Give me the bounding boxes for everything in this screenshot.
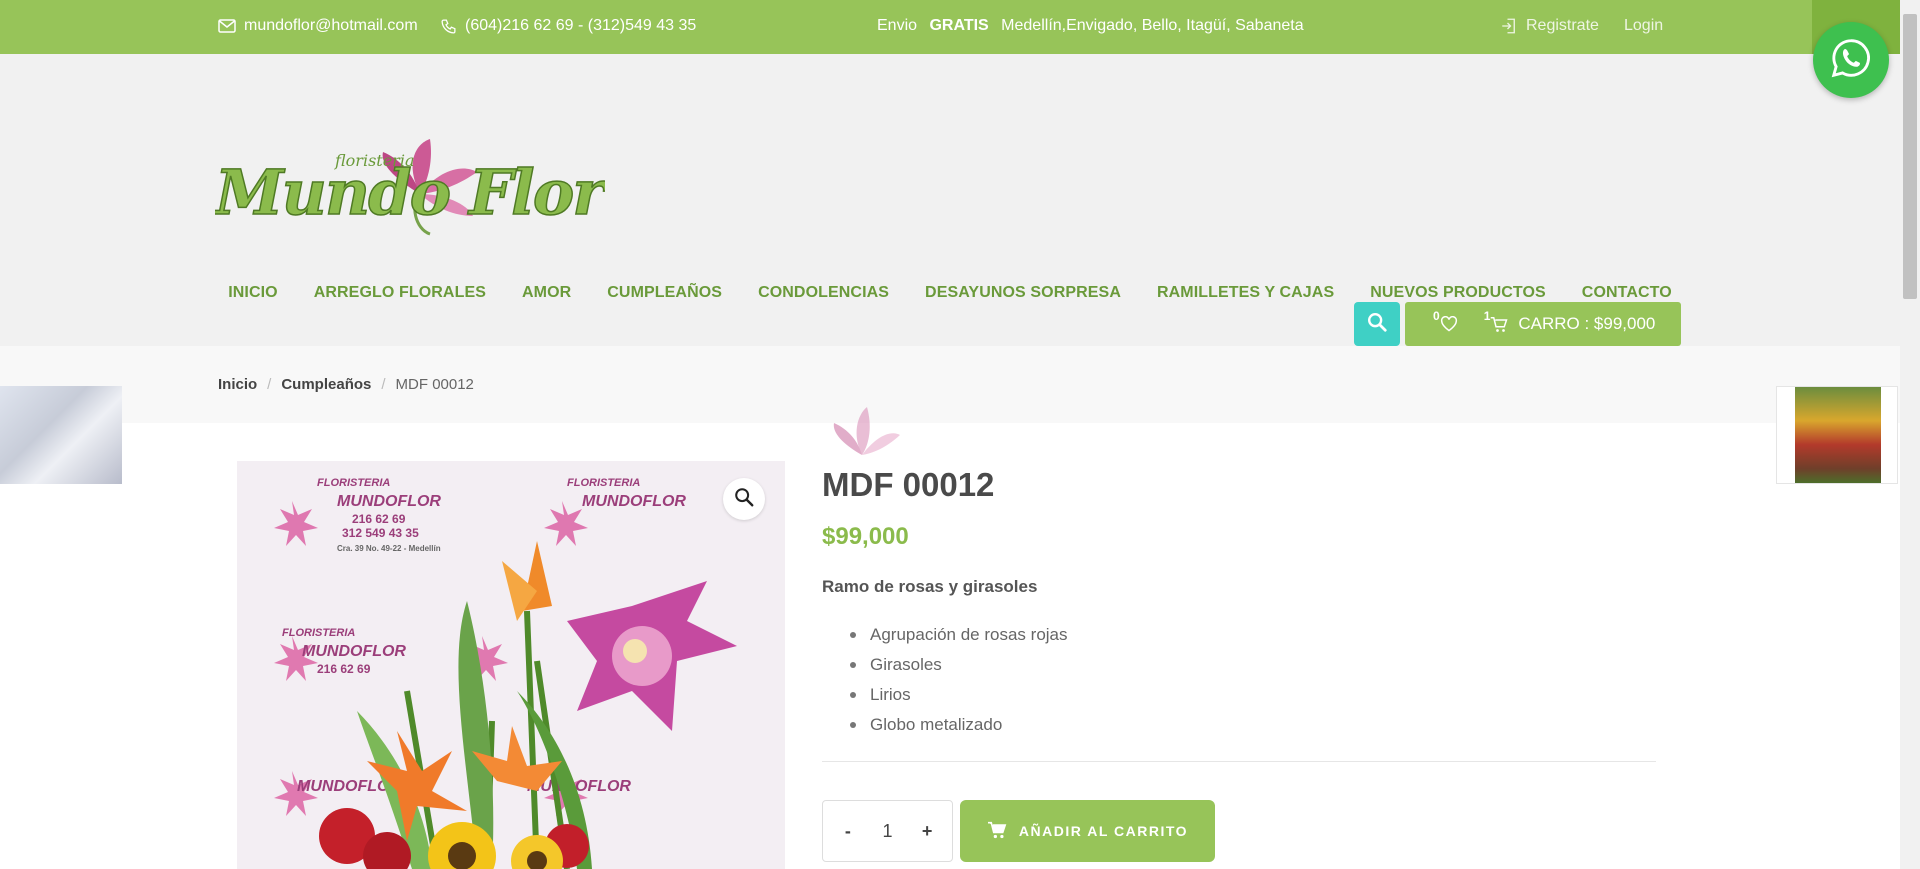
watermark-address: Cra. 39 No. 49-22 - Medellín bbox=[337, 544, 441, 553]
watermark-brand: FLORISTERIA bbox=[317, 477, 390, 489]
cart-button[interactable]: 0 1 CARRO : $99,000 bbox=[1405, 302, 1681, 346]
logo-brand-text: Mundo Flor bbox=[215, 156, 605, 229]
feature-item: Agrupación de rosas rojas bbox=[850, 620, 1068, 650]
watermark-brand: FLORISTERIA bbox=[567, 477, 640, 489]
watermark-name: MUNDOFLOR bbox=[302, 643, 406, 660]
watermark-phone2: 312 549 43 35 bbox=[342, 526, 419, 540]
shipping-notice: Envio GRATIS Medellín,Envigado, Bello, I… bbox=[877, 17, 1304, 35]
shipping-suffix: Medellín,Envigado, Bello, Itagüí, Sabane… bbox=[996, 17, 1304, 34]
shipping-prefix: Envio bbox=[877, 17, 922, 34]
whatsapp-button[interactable] bbox=[1813, 22, 1889, 98]
decorative-flower bbox=[822, 395, 902, 465]
product-price: $99,000 bbox=[822, 523, 909, 550]
zoom-icon bbox=[733, 486, 755, 513]
next-product-thumbnail[interactable] bbox=[1776, 386, 1898, 484]
cart-icon bbox=[1490, 316, 1508, 333]
phone-icon bbox=[440, 18, 457, 35]
cart-icon bbox=[987, 821, 1007, 842]
email-contact[interactable]: mundoflor@hotmail.com bbox=[218, 17, 418, 35]
shipping-bold: GRATIS bbox=[929, 17, 989, 34]
product-features: Agrupación de rosas rojas Girasoles Liri… bbox=[850, 620, 1068, 740]
top-bar: mundoflor@hotmail.com (604)216 62 69 - (… bbox=[0, 0, 1920, 54]
feature-item: Globo metalizado bbox=[850, 710, 1068, 740]
login-link[interactable]: Login bbox=[1624, 17, 1663, 35]
nav-arreglo-florales[interactable]: ARREGLO FLORALES bbox=[296, 284, 504, 302]
breadcrumb-current: MDF 00012 bbox=[395, 376, 474, 393]
nav-desayunos-sorpresa[interactable]: DESAYUNOS SORPRESA bbox=[907, 284, 1139, 302]
qty-plus-button[interactable]: + bbox=[912, 821, 942, 842]
add-to-cart-button[interactable]: AÑADIR AL CARRITO bbox=[960, 800, 1215, 862]
whatsapp-icon bbox=[1828, 35, 1874, 86]
nav-amor[interactable]: AMOR bbox=[504, 284, 589, 302]
cart-label: CARRO : $99,000 bbox=[1518, 314, 1656, 333]
feature-item: Girasoles bbox=[850, 650, 1068, 680]
product-title: MDF 00012 bbox=[822, 466, 995, 503]
breadcrumb-separator: / bbox=[267, 376, 272, 393]
search-icon bbox=[1366, 311, 1388, 338]
watermark-name: MUNDOFLOR bbox=[337, 493, 441, 510]
next-product-image bbox=[1795, 387, 1881, 483]
register-text: Registrate bbox=[1526, 17, 1599, 34]
product-image[interactable]: FLORISTERIA MUNDOFLOR 216 62 69 312 549 … bbox=[237, 461, 785, 869]
wishlist-count: 0 bbox=[1433, 309, 1440, 323]
phone-contact[interactable]: (604)216 62 69 - (312)549 43 35 bbox=[440, 17, 696, 35]
watermark-phone1: 216 62 69 bbox=[352, 512, 406, 526]
cart-count: 1 bbox=[1483, 309, 1491, 323]
nav-ramilletes-y-cajas[interactable]: RAMILLETES Y CAJAS bbox=[1139, 284, 1352, 302]
scrollbar-thumb[interactable] bbox=[1903, 14, 1917, 299]
nav-nuevos-productos[interactable]: NUEVOS PRODUCTOS bbox=[1352, 284, 1564, 302]
quantity-stepper: - 1 + bbox=[822, 800, 953, 862]
divider bbox=[822, 761, 1656, 762]
login-icon bbox=[1500, 17, 1518, 35]
qty-input[interactable]: 1 bbox=[882, 821, 892, 842]
breadcrumb-category[interactable]: Cumpleaños bbox=[281, 376, 371, 393]
qty-minus-button[interactable]: - bbox=[833, 821, 863, 842]
nav-condolencias[interactable]: CONDOLENCIAS bbox=[740, 284, 907, 302]
nav-cumpleanos[interactable]: CUMPLEAÑOS bbox=[589, 284, 740, 302]
email-text: mundoflor@hotmail.com bbox=[244, 17, 418, 34]
previous-product-thumbnail[interactable] bbox=[0, 386, 122, 484]
search-button[interactable] bbox=[1354, 302, 1400, 346]
register-link[interactable]: Registrate bbox=[1500, 17, 1599, 35]
envelope-icon bbox=[218, 19, 236, 33]
nav-contacto[interactable]: CONTACTO bbox=[1564, 284, 1690, 302]
zoom-button[interactable] bbox=[723, 478, 765, 520]
watermark-brand: FLORISTERIA bbox=[282, 627, 355, 639]
feature-text: Globo metalizado bbox=[870, 715, 1003, 734]
breadcrumb-home[interactable]: Inicio bbox=[218, 376, 257, 393]
watermark-name: MUNDOFLOR bbox=[582, 493, 686, 510]
main-nav: INICIO ARREGLO FLORALES AMOR CUMPLEAÑOS … bbox=[0, 284, 1900, 302]
feature-item: Lirios bbox=[850, 680, 1068, 710]
phone-text: (604)216 62 69 - (312)549 43 35 bbox=[465, 17, 697, 34]
feature-text: Agrupación de rosas rojas bbox=[870, 625, 1068, 644]
heart-icon[interactable] bbox=[1440, 316, 1458, 332]
login-text: Login bbox=[1624, 17, 1664, 34]
nav-inicio[interactable]: INICIO bbox=[210, 284, 296, 302]
breadcrumb: Inicio / Cumpleaños / MDF 00012 bbox=[218, 376, 474, 393]
watermark-phone1: 216 62 69 bbox=[317, 662, 371, 676]
site-logo[interactable]: floristeria Mundo Flor bbox=[212, 134, 610, 249]
breadcrumb-separator: / bbox=[381, 376, 386, 393]
product-subtitle: Ramo de rosas y girasoles bbox=[822, 577, 1038, 596]
feature-text: Girasoles bbox=[870, 655, 942, 674]
add-to-cart-label: AÑADIR AL CARRITO bbox=[1018, 823, 1189, 839]
feature-text: Lirios bbox=[870, 685, 911, 704]
